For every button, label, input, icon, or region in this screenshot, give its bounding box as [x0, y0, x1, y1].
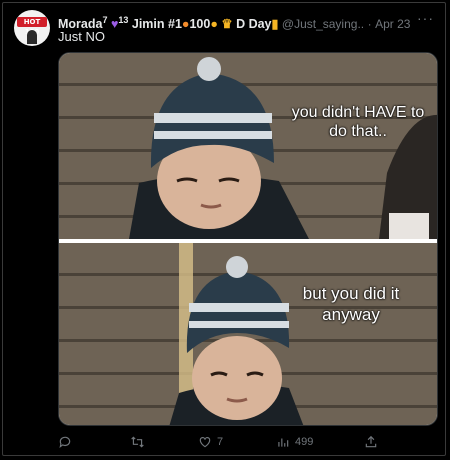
name-sup-2: 13 [118, 15, 129, 25]
display-name-end: D Day [236, 17, 272, 32]
handle[interactable]: @Just_saying.. [282, 17, 364, 31]
separator-dot: · [367, 17, 372, 32]
more-icon[interactable]: ··· [417, 10, 434, 26]
meme-caption-top: you didn't HAVE to do that.. [291, 104, 425, 140]
tweet-date[interactable]: Apr 23 [375, 17, 410, 31]
meme-photo-bottom [169, 243, 304, 425]
avatar-figure [27, 30, 37, 44]
reply-button[interactable] [58, 432, 72, 452]
retweet-icon [131, 436, 144, 448]
like-button[interactable]: 7 [198, 432, 223, 452]
display-name-rest: Jimin #1 [131, 17, 182, 32]
action-bar: 7 499 [58, 432, 418, 452]
crown-icon: ♛ [221, 17, 233, 32]
share-icon [365, 435, 377, 448]
tweet-media[interactable]: you didn't HAVE to do that.. but you did… [58, 52, 438, 426]
name-sup-1: 7 [102, 15, 108, 25]
view-count: 499 [295, 436, 314, 448]
tweet-text: Just NO [58, 29, 105, 44]
like-count: 7 [217, 436, 224, 448]
tweet-header: Morada7 ♥13 Jimin #1●100● ♛ D Day▮ @Just… [58, 12, 430, 32]
views-button[interactable]: 499 [276, 432, 313, 452]
meme-caption-bottom: but you did it anyway [302, 284, 400, 324]
retweet-button[interactable] [130, 432, 145, 452]
avatar[interactable]: HOT 100 [14, 10, 50, 46]
meme-panel-top: you didn't HAVE to do that.. [59, 53, 437, 239]
display-name-num: 100 [189, 17, 211, 32]
views-icon [278, 438, 289, 447]
clap-icon: ● [210, 17, 218, 32]
reply-icon [59, 436, 71, 449]
avatar-badge: HOT 100 [17, 17, 47, 36]
bookmark-emoji-icon: ▮ [271, 17, 279, 32]
meme-panel-bottom: but you did it anyway [59, 243, 437, 425]
like-icon [199, 437, 211, 448]
meme-photo-top [129, 57, 437, 239]
share-button[interactable] [364, 432, 378, 452]
